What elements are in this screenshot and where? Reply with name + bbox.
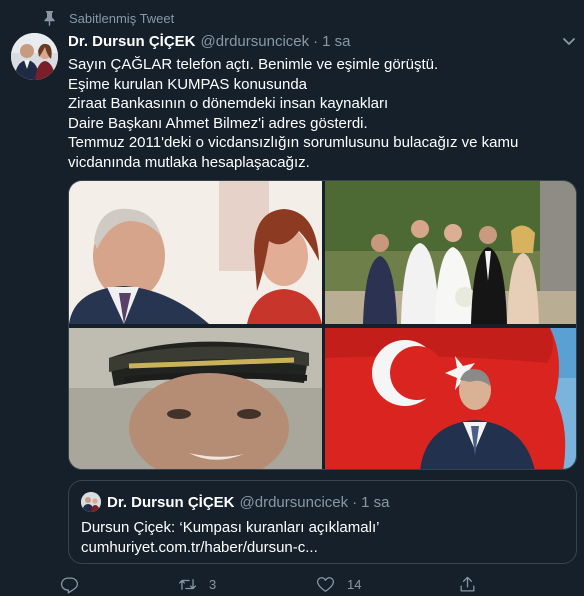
photo-1[interactable] — [69, 181, 322, 324]
author-name[interactable]: Dr. Dursun ÇİÇEK — [68, 33, 196, 50]
pinned-text: Sabitlenmiş Tweet — [69, 10, 175, 26]
photo-4[interactable] — [325, 328, 576, 469]
tweet-time[interactable]: 1 sa — [322, 33, 350, 50]
avatar-image — [11, 33, 58, 80]
tweet-line: vicdanında mutlaka hesaplaşacağız. — [68, 153, 310, 171]
like-button[interactable]: 14 — [316, 574, 458, 594]
tweet-text: Sayın ÇAĞLAR telefon açtı. Benimle ve eş… — [68, 55, 568, 173]
quoted-text: Dursun Çiçek: ‘Kumpası kuranları açıklam… — [81, 519, 379, 556]
avatar[interactable] — [11, 33, 58, 80]
quoted-tweet[interactable]: Dr. Dursun ÇİÇEK @drdursuncicek · 1 sa D… — [68, 480, 577, 564]
tweet-line: Eşime kurulan KUMPAS konusunda — [68, 75, 308, 93]
quoted-time: 1 sa — [361, 493, 390, 511]
reply-button[interactable] — [60, 574, 178, 594]
photo-2[interactable] — [325, 181, 576, 324]
retweet-button[interactable]: 3 — [178, 574, 316, 594]
tweet-header: Dr. Dursun ÇİÇEK @drdursuncicek · 1 sa — [68, 33, 564, 50]
quoted-avatar — [81, 492, 101, 512]
pinned-tweet-label: Sabitlenmiş Tweet — [43, 10, 174, 26]
tweet-line: Ziraat Bankasının o dönemdeki insan kayn… — [68, 95, 389, 113]
like-count: 14 — [347, 576, 362, 592]
tweet-actions: 3 14 — [60, 574, 500, 594]
separator-dot: · — [313, 33, 319, 50]
quoted-separator-dot: · — [352, 493, 358, 511]
share-button[interactable] — [458, 574, 477, 594]
photo-3[interactable] — [69, 328, 322, 469]
tweet-line: Temmuz 2011'deki o vicdansızlığın soruml… — [68, 134, 519, 152]
media-grid — [68, 180, 577, 470]
share-icon — [460, 576, 475, 591]
tweet-line: Sayın ÇAĞLAR telefon açtı. Benimle ve eş… — [68, 56, 439, 73]
tweet-line: Daire Başkanı Ahmet Bilmez'i adres göste… — [68, 114, 368, 132]
reply-icon — [60, 577, 79, 593]
pin-icon — [44, 11, 55, 26]
quoted-author-name: Dr. Dursun ÇİÇEK — [107, 493, 235, 511]
quoted-tweet-header: Dr. Dursun ÇİÇEK @drdursuncicek · 1 sa — [81, 492, 389, 512]
retweet-count: 3 — [209, 576, 217, 592]
heart-icon — [316, 576, 335, 592]
author-handle[interactable]: @drdursuncicek — [201, 33, 310, 50]
chevron-down-icon[interactable] — [560, 32, 578, 50]
quoted-author-handle: @drdursuncicek — [239, 493, 349, 511]
retweet-icon — [178, 578, 197, 590]
